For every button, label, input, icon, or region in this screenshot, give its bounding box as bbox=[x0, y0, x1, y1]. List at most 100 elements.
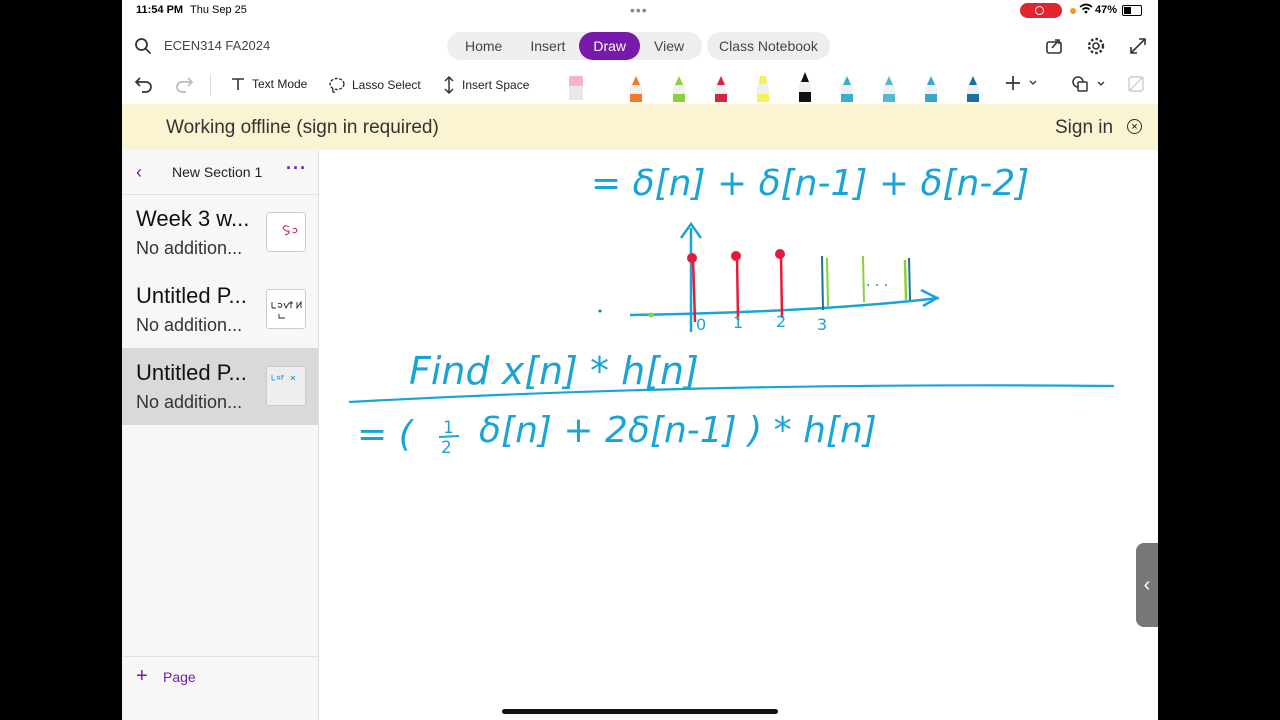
ink-stem-1 bbox=[735, 255, 740, 321]
highlighter-yellow-icon[interactable] bbox=[754, 72, 772, 102]
shapes-icon bbox=[1072, 76, 1088, 92]
ink-bar-blue-5 bbox=[908, 257, 911, 301]
page-thumbnail bbox=[266, 212, 306, 252]
ink-dot-green bbox=[648, 312, 654, 318]
ink-label-0: 0 bbox=[696, 315, 706, 334]
lasso-select-label: Lasso Select bbox=[352, 78, 421, 92]
multitask-dots-icon[interactable]: ••• bbox=[630, 2, 648, 18]
ink-bar-green-3 bbox=[826, 257, 829, 307]
page-item-untitled-2[interactable]: Untitled P... No addition... bbox=[122, 348, 318, 425]
offline-banner: Working offline (sign in required) Sign … bbox=[122, 104, 1158, 150]
insert-space-label: Insert Space bbox=[462, 78, 530, 92]
plus-icon bbox=[1006, 76, 1020, 90]
close-icon[interactable]: × bbox=[1127, 119, 1142, 134]
lasso-icon bbox=[329, 77, 345, 93]
ink-equation-line3-prefix: = ( bbox=[357, 414, 415, 455]
page-subtitle: No addition... bbox=[136, 315, 243, 335]
ink-to-shape-icon[interactable] bbox=[1126, 74, 1146, 94]
ink-dot bbox=[598, 309, 602, 313]
tab-view[interactable]: View bbox=[640, 32, 698, 60]
pen-red-icon[interactable] bbox=[712, 72, 730, 102]
page-title: Week 3 w... bbox=[136, 206, 250, 231]
ink-frac-num: 1 bbox=[443, 418, 454, 438]
pen-black-icon[interactable] bbox=[796, 72, 814, 102]
text-mode-label: Text Mode bbox=[252, 77, 308, 91]
mic-indicator-icon bbox=[1070, 8, 1076, 14]
page-subtitle: No addition... bbox=[136, 392, 243, 412]
page-title: Untitled P... bbox=[136, 283, 247, 308]
ink-stem-2 bbox=[779, 253, 784, 319]
ink-equation-line3-rest: δ[n] + 2δ[n-1] ) * h[n] bbox=[479, 410, 877, 451]
side-panel-handle[interactable]: ‹ bbox=[1136, 543, 1158, 627]
text-cursor-icon bbox=[232, 78, 244, 90]
pen-blue-icon[interactable] bbox=[964, 72, 982, 102]
text-mode-button[interactable]: Text Mode bbox=[230, 76, 307, 92]
page-item-untitled-1[interactable]: Untitled P... No addition... bbox=[122, 271, 318, 348]
insert-space-icon bbox=[444, 76, 454, 94]
ipad-screen: 11:54 PM Thu Sep 25 ••• 47% ECEN314 FA20… bbox=[122, 0, 1158, 720]
toolbar-divider bbox=[210, 74, 211, 96]
section-name[interactable]: New Section 1 bbox=[172, 164, 262, 180]
settings-gear-icon[interactable] bbox=[1086, 36, 1106, 61]
tab-insert[interactable]: Insert bbox=[516, 32, 579, 60]
battery-icon bbox=[1122, 5, 1142, 16]
add-page-label: Page bbox=[163, 669, 196, 685]
battery-percent: 47% bbox=[1095, 4, 1118, 16]
tab-home[interactable]: Home bbox=[451, 32, 516, 60]
chevron-down-icon bbox=[1097, 81, 1105, 86]
ink-bar-green-5 bbox=[903, 259, 908, 301]
status-bar: 11:54 PM Thu Sep 25 ••• 47% bbox=[122, 0, 1158, 22]
search-icon[interactable] bbox=[134, 37, 152, 60]
note-canvas[interactable]: = δ[n] + δ[n-1] + δ[n-2] . . . 0 1 2 3 F… bbox=[319, 150, 1158, 720]
expand-icon[interactable] bbox=[1128, 36, 1148, 61]
insert-space-button[interactable]: Insert Space bbox=[442, 76, 529, 94]
undo-icon[interactable] bbox=[134, 74, 154, 94]
ribbon-tabs: Home Insert Draw View bbox=[447, 32, 703, 60]
ink-layer: = δ[n] + δ[n-1] + δ[n-2] . . . 0 1 2 3 F… bbox=[348, 163, 1115, 458]
ink-stem-dot-0 bbox=[687, 253, 697, 263]
pen-orange-icon[interactable] bbox=[627, 72, 645, 102]
plus-icon: + bbox=[136, 665, 148, 687]
shapes-button[interactable] bbox=[1070, 74, 1106, 94]
status-date: Thu Sep 25 bbox=[190, 4, 247, 16]
chevron-down-icon bbox=[1029, 80, 1037, 85]
ink-find-line: Find x[n] * h[n] bbox=[409, 349, 699, 393]
ink-label-2: 2 bbox=[776, 312, 786, 331]
sign-in-link[interactable]: Sign in bbox=[1055, 117, 1113, 139]
ink-frac-bar bbox=[438, 435, 460, 438]
screen-record-icon[interactable] bbox=[1020, 3, 1062, 18]
pen-lightblue-icon[interactable] bbox=[880, 72, 898, 102]
pen-cyan-icon[interactable] bbox=[922, 72, 940, 102]
ink-label-3: 3 bbox=[817, 315, 827, 334]
share-icon[interactable] bbox=[1044, 36, 1064, 61]
ink-stem-dot-1 bbox=[731, 251, 741, 261]
add-pen-button[interactable] bbox=[1004, 74, 1038, 92]
chevron-left-icon[interactable]: ‹ bbox=[136, 162, 142, 183]
pen-teal-icon[interactable] bbox=[838, 72, 856, 102]
page-subtitle: No addition... bbox=[136, 238, 243, 258]
wifi-icon bbox=[1079, 3, 1093, 17]
pen-green-icon[interactable] bbox=[670, 72, 688, 102]
ink-bar-blue-3 bbox=[821, 255, 824, 311]
more-options-icon[interactable]: ··· bbox=[286, 158, 307, 179]
page-list-sidebar: ‹ New Section 1 ··· Week 3 w... No addit… bbox=[122, 150, 319, 720]
ink-ellipsis: . . . bbox=[866, 274, 888, 290]
page-title: Untitled P... bbox=[136, 360, 247, 385]
page-item-week3[interactable]: Week 3 w... No addition... bbox=[122, 194, 318, 271]
tab-class-notebook[interactable]: Class Notebook bbox=[707, 32, 830, 60]
notebook-name[interactable]: ECEN314 FA2024 bbox=[164, 38, 270, 53]
eraser-icon[interactable] bbox=[567, 72, 585, 102]
draw-toolbar: Text Mode Lasso Select Insert Space bbox=[122, 68, 1158, 102]
redo-icon[interactable] bbox=[174, 74, 194, 94]
ink-label-1: 1 bbox=[733, 313, 743, 332]
page-thumbnail bbox=[266, 366, 306, 406]
ink-equation-line1: = δ[n] + δ[n-1] + δ[n-2] bbox=[591, 163, 1029, 204]
add-page-button[interactable]: + Page bbox=[122, 656, 318, 697]
lasso-select-button[interactable]: Lasso Select bbox=[328, 76, 421, 94]
tab-draw[interactable]: Draw bbox=[579, 32, 641, 60]
status-time: 11:54 PM bbox=[136, 4, 184, 16]
home-indicator[interactable] bbox=[502, 709, 778, 714]
ink-bar-green-4 bbox=[862, 255, 865, 303]
title-row: ECEN314 FA2024 Home Insert Draw View Cla… bbox=[122, 28, 1158, 64]
section-header: ‹ New Section 1 ··· bbox=[122, 150, 318, 195]
